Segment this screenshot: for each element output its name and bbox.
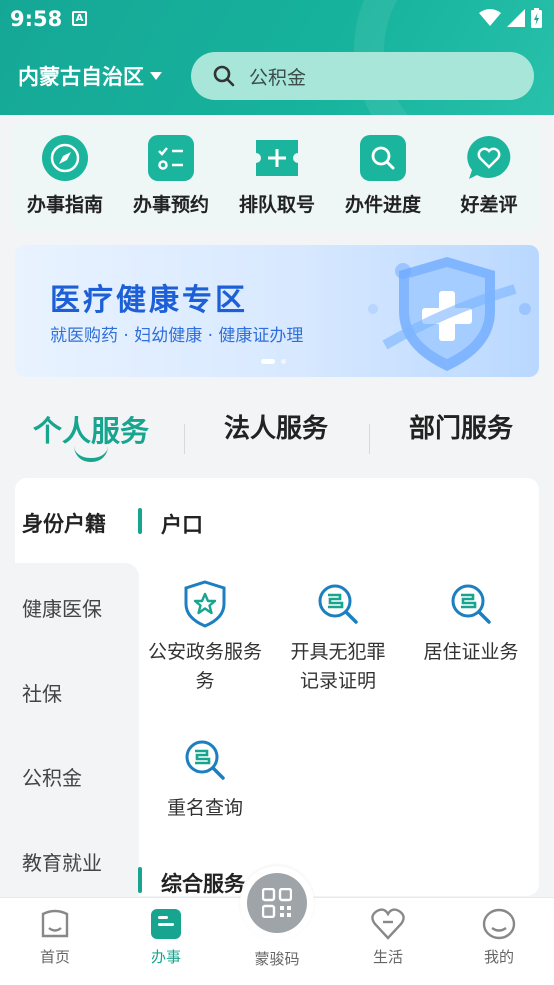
sidebar-item-identity[interactable]: 身份户籍 [22, 508, 106, 538]
quick-action-label: 排队取号 [238, 194, 315, 216]
signal-icon [507, 9, 525, 27]
search-bar[interactable]: 公积金 [191, 52, 534, 100]
category-sidebar: 身份户籍 健康医保 社保 公积金 教育就业 [15, 478, 139, 896]
qr-code-icon [262, 888, 292, 918]
status-icons [479, 8, 542, 28]
section-marker [138, 508, 142, 534]
document-search-icon [181, 736, 229, 784]
nav-label: 生活 [372, 948, 403, 966]
search-icon [213, 65, 235, 87]
sidebar-item-education[interactable]: 教育就业 [22, 847, 102, 876]
service-label: 居住证业务 [423, 641, 519, 663]
home-face-icon [41, 909, 69, 938]
service-label: 开具无犯罪 记录证明 [290, 638, 385, 696]
police-shield-icon [181, 580, 229, 628]
document-search-icon [447, 580, 495, 628]
quick-action-appointment[interactable]: 办事预约 [121, 134, 221, 231]
search-input[interactable]: 公积金 [249, 63, 306, 90]
quick-actions: 办事指南 办事预约 排队取号 办件进度 好差评 [12, 122, 542, 231]
quick-action-label: 好差评 [460, 194, 518, 216]
service-no-crime-certificate[interactable]: 开具无犯罪 记录证明 [268, 580, 408, 696]
search-doc-icon [359, 134, 407, 182]
service-label-line: 务 [195, 670, 215, 692]
quick-action-label: 办事预约 [132, 194, 209, 216]
service-panel: 身份户籍 健康医保 社保 公积金 教育就业 户口 公安政务服务务 开具无犯罪记录… [15, 478, 539, 896]
pagination-dot-active [261, 359, 275, 364]
checklist-icon [147, 134, 195, 182]
tab-active-indicator [74, 446, 108, 462]
promo-banner[interactable]: 医疗健康专区 就医购药 · 妇幼健康 · 健康证办理 [15, 245, 539, 377]
quick-action-label: 办事指南 [26, 194, 103, 216]
quick-action-progress[interactable]: 办件进度 [333, 134, 433, 231]
wifi-icon [479, 9, 501, 26]
qr-button-circle [247, 873, 307, 933]
tab-department[interactable]: 部门服务 [409, 408, 513, 445]
service-label: 重名查询 [166, 797, 243, 819]
document-search-icon [314, 580, 362, 628]
quick-action-review[interactable]: 好差评 [439, 134, 539, 231]
nav-item-home[interactable]: 首页 [15, 908, 95, 967]
caret-down-icon [150, 72, 162, 80]
section-title-hukou: 户口 [161, 513, 203, 537]
nav-item-services[interactable]: 办事 [126, 908, 206, 967]
heart-icon [371, 908, 405, 940]
section-title-general: 综合服务 [161, 872, 245, 896]
ticket-plus-icon [253, 134, 301, 182]
nav-label-qr: 蒙骏码 [254, 950, 300, 968]
section-marker [138, 867, 142, 893]
quick-action-label: 办件进度 [344, 194, 421, 216]
quick-action-queue[interactable]: 排队取号 [227, 134, 327, 231]
tab-divider [369, 424, 370, 454]
service-label-line: 记录证明 [299, 670, 376, 692]
notification-icon: A [72, 11, 87, 26]
nav-item-life[interactable]: 生活 [348, 908, 428, 967]
quick-action-guide[interactable]: 办事指南 [15, 134, 115, 231]
services-icon [151, 909, 181, 939]
service-residence-permit[interactable]: 居住证业务 [401, 580, 539, 667]
nav-label: 首页 [39, 948, 70, 966]
banner-pagination [261, 359, 286, 364]
compass-icon [41, 134, 89, 182]
region-label: 内蒙古自治区 [18, 65, 144, 89]
region-selector[interactable]: 内蒙古自治区 [18, 61, 162, 91]
tab-legal[interactable]: 法人服务 [224, 408, 328, 445]
service-duplicate-name-search[interactable]: 重名查询 [135, 736, 275, 823]
service-label-line: 公安政务服务 [147, 641, 262, 663]
tab-divider [184, 424, 185, 454]
nav-label: 办事 [150, 948, 181, 966]
nav-label: 我的 [483, 948, 514, 966]
service-tabs: 个人服务 法人服务 部门服务 [0, 386, 554, 476]
heart-chat-icon [465, 134, 513, 182]
banner-title: 医疗健康专区 [50, 283, 248, 318]
profile-face-icon [482, 908, 516, 940]
service-label: 公安政务服务务 [148, 638, 262, 696]
banner-subtitle: 就医购药 · 妇幼健康 · 健康证办理 [50, 326, 304, 346]
status-time: 9:58 [10, 7, 63, 31]
pagination-dot [281, 359, 286, 364]
battery-icon [531, 8, 542, 28]
sidebar-item-health[interactable]: 健康医保 [22, 593, 102, 622]
service-public-security[interactable]: 公安政务服务务 [135, 580, 275, 696]
service-label-line: 开具无犯罪 [290, 641, 386, 663]
medical-shield-illustration [368, 257, 531, 371]
tab-personal[interactable]: 个人服务 [33, 408, 149, 450]
nav-item-me[interactable]: 我的 [459, 908, 539, 967]
sidebar-item-social-security[interactable]: 社保 [22, 678, 62, 707]
status-bar: 9:58 A [0, 0, 554, 40]
qr-code-button[interactable] [240, 866, 314, 940]
sidebar-item-housing-fund[interactable]: 公积金 [22, 762, 82, 791]
